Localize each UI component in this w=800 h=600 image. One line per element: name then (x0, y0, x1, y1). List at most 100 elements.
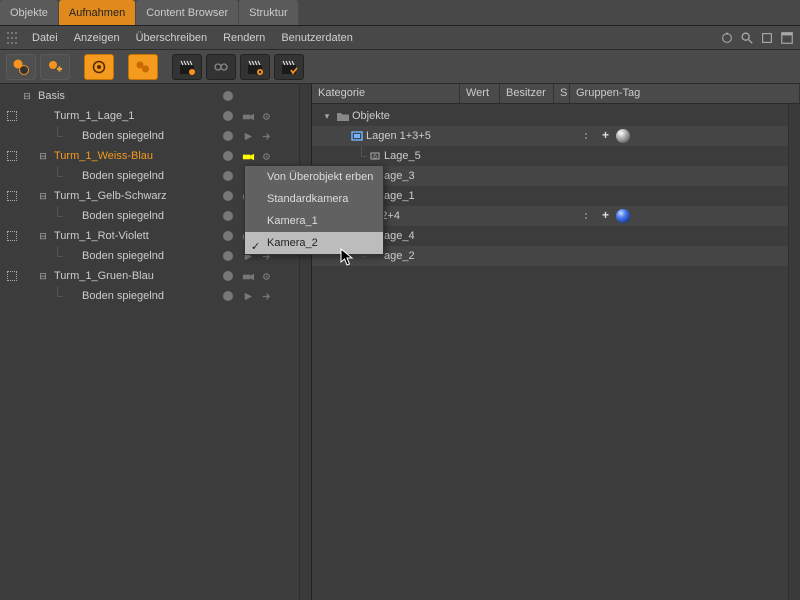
visibility-dot-icon[interactable] (223, 111, 233, 121)
render-clapper-button[interactable] (172, 54, 202, 80)
selection-gutter[interactable] (4, 151, 20, 161)
menu-datei[interactable]: Datei (24, 26, 66, 50)
tab-objekte[interactable]: Objekte (0, 0, 58, 25)
render-settings-icon[interactable] (259, 269, 273, 283)
render-clapper2-button[interactable] (240, 54, 270, 80)
menu-ueberschreiben[interactable]: Überschreiben (128, 26, 216, 50)
category-row[interactable]: ▾Objekte (312, 106, 800, 126)
orbit-icon[interactable] (720, 31, 734, 45)
ctx-kamera-2[interactable]: ✓ Kamera_2 (245, 232, 383, 254)
render-clapper-marked-button[interactable] (274, 54, 304, 80)
tree-row[interactable]: ⊟ Basis (0, 86, 311, 106)
col-kategorie[interactable]: Kategorie (312, 84, 460, 103)
tree-row[interactable]: Boden spiegelnd (0, 286, 311, 306)
render-settings-icon[interactable] (259, 149, 273, 163)
category-row[interactable]: age_3 (312, 166, 800, 186)
category-tree[interactable]: ▾ObjekteLagen 1+3+5+0Lage_5age_3age_1en … (312, 104, 800, 268)
tab-aufnahmen[interactable]: Aufnahmen (59, 0, 135, 25)
override-group-button[interactable] (128, 54, 158, 80)
tree-row[interactable]: Boden spiegelnd (0, 126, 311, 146)
new-take-button[interactable] (6, 54, 36, 80)
col-s[interactable]: S (554, 84, 570, 103)
drag-grip-icon[interactable] (6, 31, 18, 45)
row-label[interactable]: Boden spiegelnd (82, 166, 223, 186)
category-row[interactable]: age_1 (312, 186, 800, 206)
visibility-dot-icon[interactable] (223, 91, 233, 101)
visibility-dot-icon[interactable] (223, 291, 233, 301)
arrow-icon[interactable] (259, 289, 273, 303)
group-tag-cell[interactable]: + (594, 209, 800, 223)
expand-toggle[interactable]: ⊟ (36, 149, 50, 163)
category-row[interactable]: age_2 (312, 246, 800, 266)
visibility-dot-icon[interactable] (223, 151, 233, 161)
row-label[interactable]: Basis (38, 86, 223, 106)
category-row[interactable]: age_4 (312, 226, 800, 246)
render-settings-icon[interactable] (259, 109, 273, 123)
category-row[interactable]: 0Lage_5 (312, 146, 800, 166)
new-take-child-button[interactable] (40, 54, 70, 80)
expand-toggle[interactable]: ⊟ (36, 229, 50, 243)
menu-rendern[interactable]: Rendern (215, 26, 273, 50)
visibility-dot-icon[interactable] (223, 191, 233, 201)
visibility-dot-icon[interactable] (223, 271, 233, 281)
menu-anzeigen[interactable]: Anzeigen (66, 26, 128, 50)
col-gruppen-tag[interactable]: Gruppen-Tag (570, 84, 800, 103)
add-tag-icon[interactable]: + (602, 211, 612, 221)
row-label[interactable]: Boden spiegelnd (82, 126, 223, 146)
expand-toggle[interactable]: ▾ (320, 109, 334, 123)
row-label[interactable]: Boden spiegelnd (82, 286, 223, 306)
row-label[interactable]: Turm_1_Gruen-Blau (54, 266, 223, 286)
category-row[interactable]: en 2+4+ (312, 206, 800, 226)
tag-sphere-icon[interactable] (616, 129, 630, 143)
tag-sphere-icon[interactable] (616, 209, 630, 223)
add-tag-icon[interactable]: + (602, 131, 612, 141)
spot-icon[interactable] (241, 289, 255, 303)
window-dock-icon[interactable] (780, 31, 794, 45)
ctx-kamera-1[interactable]: Kamera_1 (245, 210, 383, 232)
selection-gutter[interactable] (4, 191, 20, 201)
expand-toggle[interactable]: ⊟ (36, 189, 50, 203)
expand-toggle[interactable]: ⊟ (20, 89, 34, 103)
menu-benutzerdaten[interactable]: Benutzerdaten (273, 26, 361, 50)
visibility-dot-icon[interactable] (223, 131, 233, 141)
tree-row[interactable]: ⊟ Turm_1_Weiss-Blau (0, 146, 311, 166)
expand-toggle[interactable]: ⊟ (36, 269, 50, 283)
tree-row[interactable]: Turm_1_Lage_1 (0, 106, 311, 126)
window-float-icon[interactable] (760, 31, 774, 45)
camera-icon[interactable] (241, 269, 255, 283)
arrow-icon[interactable] (259, 129, 273, 143)
right-scrollbar[interactable] (788, 104, 800, 600)
ctx-default-camera[interactable]: Standardkamera (245, 188, 383, 210)
s-indicator-icon[interactable] (580, 209, 592, 223)
row-label[interactable]: Turm_1_Lage_1 (54, 106, 223, 126)
selection-gutter[interactable] (4, 231, 20, 241)
group-tag-cell[interactable]: + (594, 129, 800, 143)
row-label[interactable]: Turm_1_Gelb-Schwarz (54, 186, 223, 206)
camera-icon[interactable] (241, 149, 255, 163)
col-besitzer[interactable]: Besitzer (500, 84, 554, 103)
spot-icon[interactable] (241, 129, 255, 143)
col-wert[interactable]: Wert (460, 84, 500, 103)
render-gear-button[interactable] (206, 54, 236, 80)
row-label[interactable]: Boden spiegelnd (82, 206, 223, 226)
row-label[interactable]: Boden spiegelnd (82, 246, 223, 266)
visibility-dot-icon[interactable] (223, 211, 233, 221)
auto-take-button[interactable] (84, 54, 114, 80)
row-label[interactable]: Turm_1_Rot-Violett (54, 226, 223, 246)
visibility-dot-icon[interactable] (223, 171, 233, 181)
selection-gutter[interactable] (4, 111, 20, 121)
ctx-inherit[interactable]: Von Überobjekt erben (245, 166, 383, 188)
visibility-dot-icon[interactable] (223, 231, 233, 241)
category-row[interactable]: Lagen 1+3+5+ (312, 126, 800, 146)
visibility-dot-icon[interactable] (223, 251, 233, 261)
tree-row[interactable]: ⊟ Turm_1_Gruen-Blau (0, 266, 311, 286)
tab-struktur[interactable]: Struktur (239, 0, 298, 25)
s-indicator-icon[interactable] (580, 129, 592, 143)
left-scrollbar[interactable] (299, 84, 311, 600)
row-label[interactable]: Turm_1_Weiss-Blau (54, 146, 223, 166)
tab-content-browser[interactable]: Content Browser (136, 0, 238, 25)
selection-gutter[interactable] (4, 271, 20, 281)
search-icon[interactable] (740, 31, 754, 45)
camera-icon[interactable] (241, 109, 255, 123)
expand-toggle (64, 249, 78, 263)
